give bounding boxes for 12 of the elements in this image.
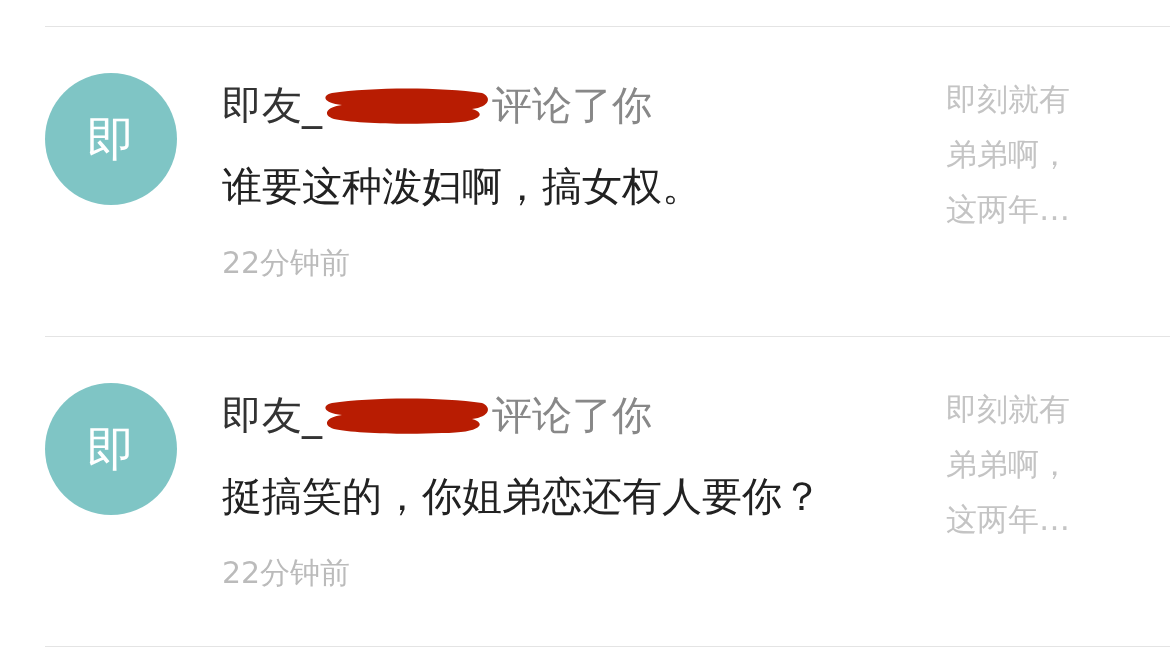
user-name[interactable]: 即友_ [222,80,322,130]
avatar[interactable]: 即 [45,73,177,205]
action-text: 评论了你 [492,391,652,440]
timestamp: 22分钟前 [222,244,352,282]
user-name[interactable]: 即友_ [222,390,322,440]
timestamp: 22分钟前 [222,554,352,592]
preview-text[interactable]: 即刻就有弟弟啊，这两年… [946,72,1092,237]
comment-text: 谁要这种泼妇啊，搞女权。 [222,162,703,211]
avatar[interactable]: 即 [45,383,177,515]
action-text: 评论了你 [492,81,652,130]
comment-text: 挺搞笑的，你姐弟恋还有人要你？ [222,472,823,521]
preview-text[interactable]: 即刻就有弟弟啊，这两年… [946,382,1092,547]
